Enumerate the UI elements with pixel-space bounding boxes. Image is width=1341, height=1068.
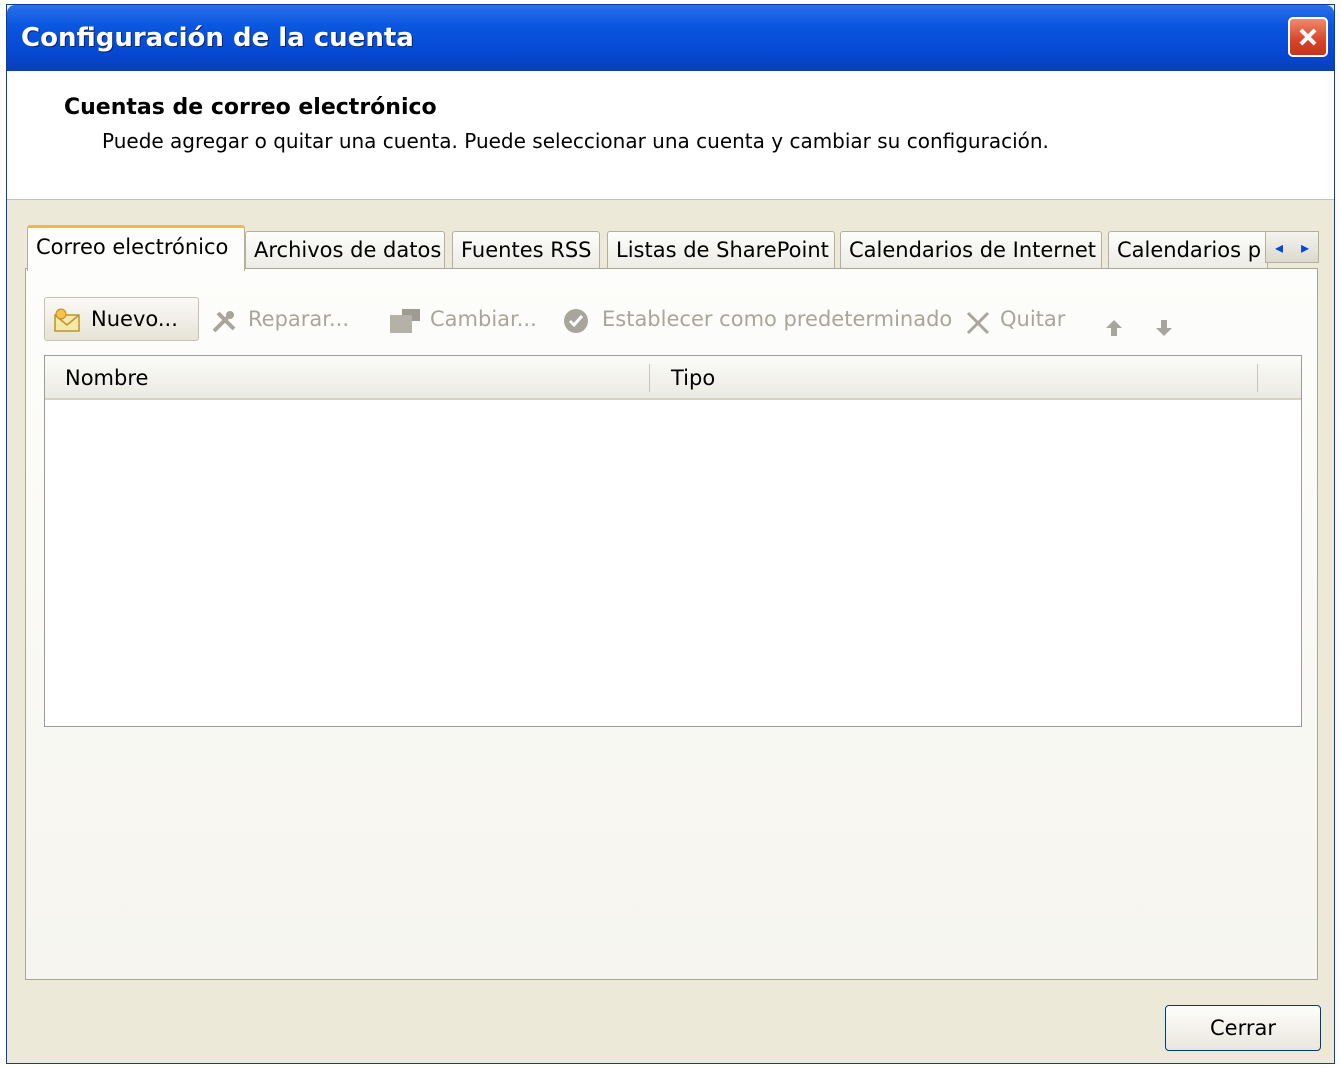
close-window-icon[interactable] <box>1288 17 1328 57</box>
tab-scroll-buttons: ◂ ▸ <box>1265 231 1319 263</box>
window-title: Configuración de la cuenta <box>21 23 414 53</box>
tab-strip: Correo electrónico Archivos de datos Fue… <box>25 225 1321 271</box>
move-up-button[interactable] <box>1102 297 1126 341</box>
column-divider[interactable] <box>649 364 650 392</box>
column-divider[interactable] <box>1257 364 1258 392</box>
repair-button[interactable]: Reparar... <box>210 297 349 341</box>
accounts-list[interactable]: Nombre Tipo <box>44 355 1302 727</box>
close-button[interactable]: Cerrar <box>1165 1005 1321 1051</box>
header-title: Cuentas de correo electrónico <box>64 95 437 120</box>
email-tab-panel: Nuevo... Reparar... Cambiar... Establece… <box>25 268 1318 980</box>
header-subtitle: Puede agregar o quitar una cuenta. Puede… <box>102 129 1049 153</box>
chevron-left-icon[interactable]: ◂ <box>1275 238 1283 257</box>
title-bar[interactable]: Configuración de la cuenta <box>7 5 1334 71</box>
repair-button-label: Reparar... <box>248 307 350 331</box>
change-button-label: Cambiar... <box>430 307 537 331</box>
remove-button[interactable]: Quitar <box>964 297 1065 341</box>
arrow-up-icon <box>1104 309 1124 353</box>
check-circle-icon <box>562 306 590 334</box>
tab-listas-de-sharepoint[interactable]: Listas de SharePoint <box>607 231 835 269</box>
set-default-button[interactable]: Establecer como predeterminado <box>562 297 952 341</box>
column-header-nombre[interactable]: Nombre <box>65 356 148 398</box>
chevron-right-icon[interactable]: ▸ <box>1301 238 1309 257</box>
arrow-down-icon <box>1154 309 1174 353</box>
tab-calendarios-de-internet[interactable]: Calendarios de Internet <box>840 231 1102 269</box>
move-down-button[interactable] <box>1152 297 1176 341</box>
remove-button-label: Quitar <box>1000 307 1066 331</box>
tab-correo-electronico[interactable]: Correo electrónico <box>27 225 245 271</box>
change-button[interactable]: Cambiar... <box>388 297 537 341</box>
change-settings-icon <box>388 306 422 334</box>
account-settings-dialog: Configuración de la cuenta Cuentas de co… <box>6 4 1335 1064</box>
new-account-button[interactable]: Nuevo... <box>44 297 199 341</box>
tab-fuentes-rss[interactable]: Fuentes RSS <box>452 231 600 269</box>
tab-archivos-de-datos[interactable]: Archivos de datos <box>245 231 445 269</box>
dialog-header: Cuentas de correo electrónico Puede agre… <box>7 71 1334 200</box>
remove-x-icon <box>964 307 992 335</box>
tools-icon <box>210 306 240 333</box>
list-header: Nombre Tipo <box>45 356 1301 400</box>
column-header-tipo[interactable]: Tipo <box>671 356 715 398</box>
new-mail-account-icon <box>53 306 83 332</box>
new-button-label: Nuevo... <box>91 307 178 331</box>
tab-calendarios-publicados[interactable]: Calendarios p <box>1108 231 1268 269</box>
set-default-button-label: Establecer como predeterminado <box>602 307 953 331</box>
